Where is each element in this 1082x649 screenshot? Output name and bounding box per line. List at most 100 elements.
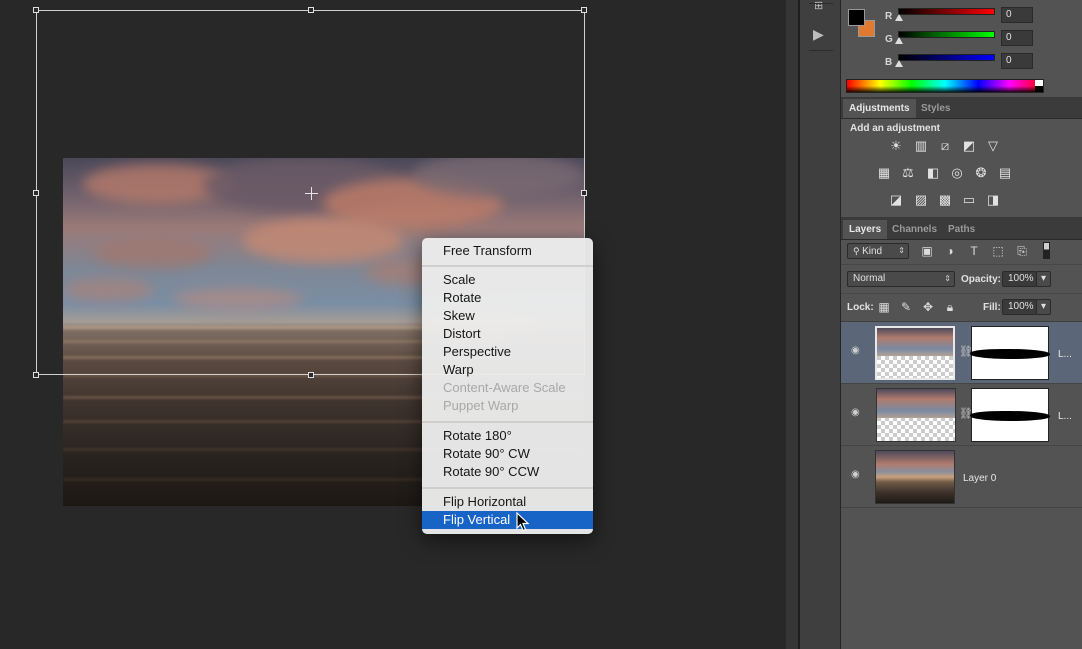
menu-item-puppet-warp: Puppet Warp bbox=[443, 398, 519, 413]
transform-handle-top-left[interactable] bbox=[33, 7, 39, 13]
blend-mode-dropdown[interactable]: Normal ⇕ bbox=[847, 271, 955, 287]
transform-handle-right[interactable] bbox=[581, 190, 587, 196]
color-panel: R 0 G 0 B 0 bbox=[841, 0, 1082, 97]
channel-mixer-icon[interactable]: ❂ bbox=[972, 164, 990, 182]
layer-row[interactable]: ◉ ⛓ L... bbox=[841, 322, 1082, 384]
visibility-eye-icon[interactable]: ◉ bbox=[851, 346, 863, 356]
gradient-map-icon[interactable]: ▭ bbox=[960, 191, 978, 209]
menu-separator bbox=[422, 265, 593, 267]
transform-handle-bottom[interactable] bbox=[308, 372, 314, 378]
blue-slider[interactable] bbox=[898, 54, 995, 61]
layers-empty-area[interactable] bbox=[841, 508, 1082, 649]
menu-item-free-transform[interactable]: Free Transform bbox=[422, 242, 593, 260]
visibility-eye-icon[interactable]: ◉ bbox=[851, 470, 863, 480]
lock-image-pixels-icon[interactable]: ✎ bbox=[898, 299, 914, 315]
reference-point-icon[interactable] bbox=[305, 187, 318, 200]
menu-item-flip-vertical[interactable]: Flip Vertical bbox=[422, 511, 593, 529]
menu-item-scale[interactable]: Scale bbox=[422, 271, 593, 289]
filter-kind-label: Kind bbox=[862, 246, 883, 257]
menu-item-warp[interactable]: Warp bbox=[422, 361, 593, 379]
layer-name[interactable]: L... bbox=[1058, 349, 1072, 360]
fill-input[interactable]: 100% bbox=[1002, 299, 1037, 315]
filter-toggle-switch[interactable] bbox=[1043, 242, 1050, 259]
add-adjustment-heading: Add an adjustment bbox=[850, 123, 941, 134]
menu-item-distort[interactable]: Distort bbox=[422, 325, 593, 343]
opacity-input[interactable]: 100% bbox=[1002, 271, 1037, 287]
vibrance-icon[interactable]: ▽ bbox=[984, 137, 1002, 155]
levels-icon[interactable]: ▥ bbox=[912, 137, 930, 155]
green-slider[interactable] bbox=[898, 31, 995, 38]
menu-item-rotate-180[interactable]: Rotate 180° bbox=[422, 427, 593, 445]
menu-item-skew[interactable]: Skew bbox=[422, 307, 593, 325]
tab-styles[interactable]: Styles bbox=[915, 99, 956, 118]
filter-pixel-layer-icon[interactable]: ▣ bbox=[919, 243, 935, 259]
brightness-contrast-icon[interactable]: ☀ bbox=[887, 137, 905, 155]
green-slider-thumb[interactable] bbox=[895, 37, 903, 44]
dropdown-arrow-icon: ⇕ bbox=[944, 274, 951, 283]
black-ramp-swatch[interactable] bbox=[1035, 86, 1043, 92]
blue-slider-thumb[interactable] bbox=[895, 60, 903, 67]
transform-handle-bottom-left[interactable] bbox=[33, 372, 39, 378]
menu-item-flip-horizontal[interactable]: Flip Horizontal bbox=[422, 493, 593, 511]
filter-smart-object-icon[interactable]: ⎘ bbox=[1014, 243, 1030, 259]
tab-adjustments[interactable]: Adjustments bbox=[843, 99, 916, 118]
photo-filter-icon[interactable]: ◎ bbox=[948, 164, 966, 182]
layer-mask-thumbnail[interactable] bbox=[970, 388, 1050, 442]
exposure-icon[interactable]: ◩ bbox=[960, 137, 978, 155]
threshold-icon[interactable]: ▩ bbox=[936, 191, 954, 209]
posterize-icon[interactable]: ▨ bbox=[912, 191, 930, 209]
layer-thumbnail[interactable] bbox=[875, 326, 955, 380]
dropdown-arrow-icon: ⇕ bbox=[898, 246, 905, 255]
actions-play-icon[interactable]: ▶ bbox=[813, 26, 831, 42]
transform-handle-left[interactable] bbox=[33, 190, 39, 196]
lock-position-icon[interactable]: ✥ bbox=[920, 299, 936, 315]
mask-link-icon[interactable]: ⛓ bbox=[959, 407, 973, 421]
layer-name[interactable]: Layer 0 bbox=[963, 473, 996, 484]
opacity-dropdown-button[interactable]: ▾ bbox=[1036, 271, 1051, 287]
visibility-eye-icon[interactable]: ◉ bbox=[851, 408, 863, 418]
mask-link-icon[interactable]: ⛓ bbox=[959, 345, 973, 359]
color-lookup-icon[interactable]: ▤ bbox=[996, 164, 1014, 182]
red-slider[interactable] bbox=[898, 8, 995, 15]
transform-handle-top[interactable] bbox=[308, 7, 314, 13]
lock-transparent-pixels-icon[interactable]: ▦ bbox=[876, 299, 892, 315]
layer-thumbnail[interactable] bbox=[876, 388, 956, 442]
document-canvas[interactable] bbox=[0, 0, 786, 649]
layer-name[interactable]: L... bbox=[1058, 411, 1072, 422]
filter-adjustment-layer-icon[interactable]: ◑ bbox=[942, 243, 958, 259]
invert-icon[interactable]: ◪ bbox=[887, 191, 905, 209]
menu-item-perspective[interactable]: Perspective bbox=[422, 343, 593, 361]
menu-item-rotate-90-cw[interactable]: Rotate 90° CW bbox=[422, 445, 593, 463]
menu-item-rotate[interactable]: Rotate bbox=[422, 289, 593, 307]
lock-all-icon[interactable]: 🔒︎ bbox=[942, 299, 958, 315]
blue-value-input[interactable]: 0 bbox=[1001, 53, 1033, 69]
curves-icon[interactable]: ⧄ bbox=[936, 137, 954, 155]
strip-divider bbox=[809, 3, 833, 4]
transform-handle-top-right[interactable] bbox=[581, 7, 587, 13]
menu-item-rotate-90-ccw[interactable]: Rotate 90° CCW bbox=[422, 463, 593, 481]
fill-dropdown-button[interactable]: ▾ bbox=[1036, 299, 1051, 315]
tab-paths[interactable]: Paths bbox=[942, 220, 981, 239]
layer-mask-thumbnail[interactable] bbox=[970, 326, 1050, 380]
foreground-color-swatch[interactable] bbox=[848, 9, 865, 26]
tab-channels[interactable]: Channels bbox=[886, 220, 943, 239]
color-balance-icon[interactable]: ⚖ bbox=[899, 164, 917, 182]
red-slider-thumb[interactable] bbox=[895, 14, 903, 21]
red-channel-label: R bbox=[885, 11, 893, 22]
blend-mode-value: Normal bbox=[853, 273, 886, 284]
menu-separator bbox=[422, 487, 593, 489]
layer-filter-kind-dropdown[interactable]: ⚲ Kind ⇕ bbox=[847, 243, 909, 259]
layer-thumbnail[interactable] bbox=[875, 450, 955, 504]
hue-saturation-icon[interactable]: ▦ bbox=[875, 164, 893, 182]
tab-layers[interactable]: Layers bbox=[843, 220, 888, 239]
selective-color-icon[interactable]: ◨ bbox=[984, 191, 1002, 209]
filter-shape-layer-icon[interactable]: ⬚ bbox=[990, 243, 1006, 259]
layer-row[interactable]: ◉ Layer 0 bbox=[841, 446, 1082, 508]
color-spectrum-ramp[interactable] bbox=[846, 79, 1044, 93]
layer-row[interactable]: ◉ ⛓ L... bbox=[841, 384, 1082, 446]
black-white-icon[interactable]: ◧ bbox=[924, 164, 942, 182]
green-value-input[interactable]: 0 bbox=[1001, 30, 1033, 46]
red-value-input[interactable]: 0 bbox=[1001, 7, 1033, 23]
collapsed-panel-strip: ⊞ ▶ bbox=[800, 0, 841, 649]
filter-type-layer-icon[interactable]: T bbox=[966, 243, 982, 259]
